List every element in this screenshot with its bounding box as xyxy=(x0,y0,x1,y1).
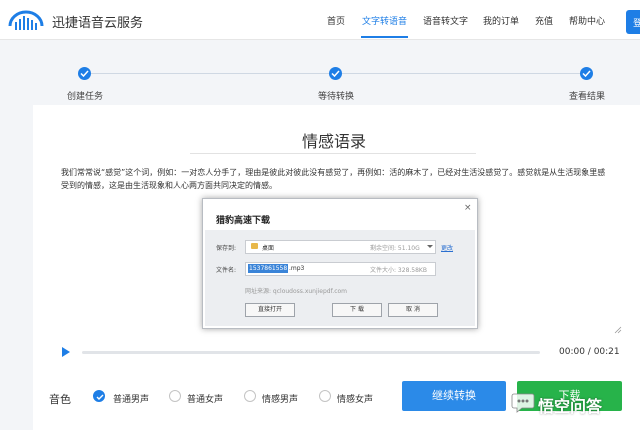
nav-my-orders[interactable]: 我的订单 xyxy=(483,14,519,27)
logo-text[interactable]: 迅捷语音云服务 xyxy=(52,12,143,31)
save-path-value: 桌面 xyxy=(262,245,275,252)
step-check-icon xyxy=(329,67,342,80)
play-icon[interactable] xyxy=(62,347,70,357)
voice-option-label[interactable]: 情感男声 xyxy=(262,392,298,405)
source-url: 网址来源: qcloudoss.xunjiepdf.com xyxy=(245,288,348,295)
voice-radio-emotion-female[interactable] xyxy=(319,390,331,402)
folder-icon xyxy=(251,243,258,249)
voice-option-label[interactable]: 普通女声 xyxy=(187,392,223,405)
voice-radio-normal-male[interactable] xyxy=(93,390,105,402)
watermark-text: 悟空问答 xyxy=(538,397,603,416)
voice-option-label[interactable]: 普通男声 xyxy=(113,392,149,405)
resize-grip-icon[interactable] xyxy=(614,326,622,334)
filename-selected-text: 1537861558 xyxy=(248,264,289,273)
dialog-title: 猎豹高速下载 xyxy=(216,216,271,226)
step-label-result: 查看结果 xyxy=(569,92,606,102)
filename-label: 文件名: xyxy=(216,267,237,274)
voice-option-label[interactable]: 情感女声 xyxy=(337,392,373,405)
audio-progress-track[interactable] xyxy=(82,351,540,354)
login-button[interactable]: 登 xyxy=(626,10,640,34)
dialog-cancel-button[interactable]: 取 消 xyxy=(388,303,438,317)
open-directly-button[interactable]: 直接打开 xyxy=(245,303,295,317)
active-nav-underline xyxy=(361,36,408,38)
wukong-speech-bubble-icon xyxy=(511,393,535,413)
file-size: 文件大小: 328.58KB xyxy=(370,267,427,274)
voice-radio-normal-female[interactable] xyxy=(169,390,181,402)
step-label-create: 创建任务 xyxy=(67,92,104,102)
title-divider xyxy=(190,153,476,154)
change-path-link[interactable]: 更改 xyxy=(441,243,453,252)
continue-convert-button[interactable]: 继续转换 xyxy=(402,381,506,411)
nav-speech-to-text[interactable]: 语音转文字 xyxy=(423,14,468,27)
nav-text-to-speech[interactable]: 文字转语音 xyxy=(362,14,407,27)
page-title: 情感语录 xyxy=(302,132,367,151)
voice-label: 音色 xyxy=(49,393,71,406)
close-icon[interactable]: × xyxy=(464,203,472,213)
nav-recharge[interactable]: 充值 xyxy=(535,14,553,27)
voice-radio-emotion-male[interactable] xyxy=(244,390,256,402)
free-space: 剩余空间: 51.10G xyxy=(370,245,420,252)
audio-time: 00:00 / 00:21 xyxy=(559,347,620,357)
text-content-area[interactable]: 我们常常说“感觉”这个词，例如：一对恋人分手了，理由是彼此对彼此没有感觉了，再例… xyxy=(61,166,609,192)
save-to-label: 保存到: xyxy=(216,245,237,252)
step-check-icon xyxy=(78,67,91,80)
chevron-down-icon[interactable] xyxy=(427,245,433,248)
step-check-icon xyxy=(580,67,593,80)
filename-extension: .mp3 xyxy=(289,265,305,272)
nav-help-center[interactable]: 帮助中心 xyxy=(569,14,605,27)
dialog-download-button[interactable]: 下 载 xyxy=(332,303,382,317)
nav-home[interactable]: 首页 xyxy=(327,14,345,27)
sound-wave-logo-icon xyxy=(8,10,44,30)
step-label-waiting: 等待转换 xyxy=(318,92,355,102)
